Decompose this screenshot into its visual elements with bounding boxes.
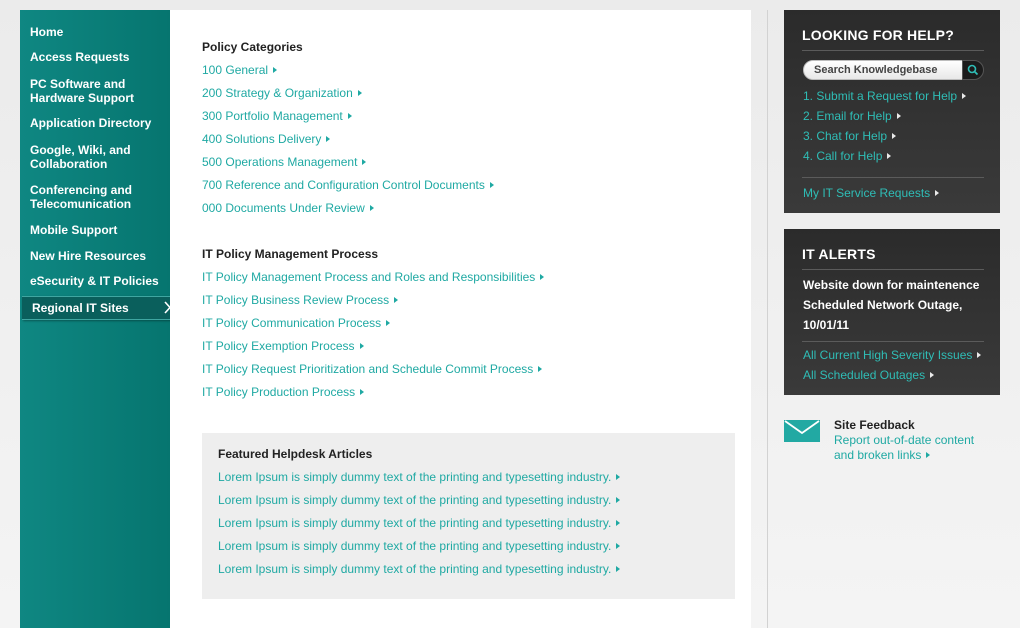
arrow-right-icon <box>538 366 543 372</box>
main-content: Policy Categories 100 General 200 Strate… <box>170 10 751 628</box>
arrow-right-icon <box>394 297 399 303</box>
alert-message: 10/01/11 <box>803 318 850 332</box>
arrow-right-icon <box>977 352 982 358</box>
divider <box>802 269 984 270</box>
policy-process-link[interactable]: IT Policy Business Review Process <box>202 293 399 307</box>
nav-item-application-directory[interactable]: Application Directory <box>20 116 170 130</box>
policy-category-link[interactable]: 000 Documents Under Review <box>202 201 374 215</box>
arrow-right-icon <box>935 190 940 196</box>
email-help-link[interactable]: 2. Email for Help <box>803 109 901 123</box>
left-navigation: Home Access Requests PC Software and Har… <box>20 10 178 628</box>
nav-label: Conferencing and Telecomunication <box>30 183 133 211</box>
site-feedback-title: Site Feedback <box>834 418 915 432</box>
nav-item-conferencing[interactable]: Conferencing and Telecomunication <box>20 183 170 211</box>
featured-article-link[interactable]: Lorem Ipsum is simply dummy text of the … <box>218 562 621 576</box>
divider <box>802 177 984 178</box>
site-feedback-link[interactable]: Report out-of-date content and broken li… <box>834 433 974 463</box>
featured-articles-panel: Featured Helpdesk Articles Lorem Ipsum i… <box>202 433 735 599</box>
policy-category-link[interactable]: 500 Operations Management <box>202 155 367 169</box>
arrow-right-icon <box>489 182 494 188</box>
search-placeholder: Search Knowledgebase <box>814 64 938 76</box>
nav-item-regional-it-sites[interactable]: Regional IT Sites <box>22 296 178 320</box>
nav-item-new-hire[interactable]: New Hire Resources <box>20 249 170 263</box>
it-alerts-panel: IT ALERTS Website down for maintenence S… <box>784 229 1000 395</box>
arrow-right-icon <box>360 389 365 395</box>
divider <box>802 341 984 342</box>
featured-article-link[interactable]: Lorem Ipsum is simply dummy text of the … <box>218 493 621 507</box>
call-help-link[interactable]: 4. Call for Help <box>803 149 892 163</box>
policy-process-link[interactable]: IT Policy Communication Process <box>202 316 391 330</box>
featured-articles-title: Featured Helpdesk Articles <box>218 447 373 461</box>
search-icon <box>967 64 979 76</box>
arrow-right-icon <box>616 474 621 480</box>
arrow-right-icon <box>369 205 374 211</box>
nav-label: Application Directory <box>30 116 152 130</box>
nav-label: New Hire Resources <box>30 249 147 263</box>
featured-article-link[interactable]: Lorem Ipsum is simply dummy text of the … <box>218 516 621 530</box>
policy-process-title: IT Policy Management Process <box>202 247 379 261</box>
featured-article-link[interactable]: Lorem Ipsum is simply dummy text of the … <box>218 539 621 553</box>
arrow-right-icon <box>616 566 621 572</box>
arrow-right-icon <box>616 520 621 526</box>
nav-item-esecurity[interactable]: eSecurity & IT Policies <box>20 274 170 288</box>
policy-process-link[interactable]: IT Policy Exemption Process <box>202 339 364 353</box>
it-alerts-title: IT ALERTS <box>802 246 876 262</box>
nav-label: Regional IT Sites <box>32 301 129 315</box>
nav-label: Access Requests <box>30 50 130 64</box>
my-service-requests-link[interactable]: My IT Service Requests <box>803 186 940 200</box>
chat-help-link[interactable]: 3. Chat for Help <box>803 129 897 143</box>
arrow-right-icon <box>386 320 391 326</box>
alert-message: Website down for maintenence <box>803 278 980 292</box>
arrow-right-icon <box>887 153 892 159</box>
knowledgebase-search-input[interactable]: Search Knowledgebase <box>803 60 963 80</box>
arrow-right-icon <box>362 159 367 165</box>
nav-item-access-requests[interactable]: Access Requests <box>20 50 170 64</box>
nav-item-google-wiki[interactable]: Google, Wiki, and Collaboration <box>20 143 170 171</box>
nav-label: PC Software and Hardware Support <box>30 77 135 105</box>
arrow-right-icon <box>540 274 545 280</box>
policy-category-link[interactable]: 700 Reference and Configuration Control … <box>202 178 494 192</box>
nav-label: Home <box>30 25 64 39</box>
arrow-right-icon <box>962 93 967 99</box>
policy-category-link[interactable]: 400 Solutions Delivery <box>202 132 331 146</box>
featured-article-link[interactable]: Lorem Ipsum is simply dummy text of the … <box>218 470 621 484</box>
arrow-right-icon <box>892 133 897 139</box>
help-panel: LOOKING FOR HELP? Search Knowledgebase 1… <box>784 10 1000 213</box>
arrow-right-icon <box>616 543 621 549</box>
nav-item-home[interactable]: Home <box>20 25 170 39</box>
scheduled-outages-link[interactable]: All Scheduled Outages <box>803 368 935 382</box>
arrow-right-icon <box>273 67 278 73</box>
arrow-right-icon <box>926 452 931 458</box>
nav-item-pc-software[interactable]: PC Software and Hardware Support <box>20 77 170 105</box>
help-title: LOOKING FOR HELP? <box>802 27 954 43</box>
policy-categories-title: Policy Categories <box>202 40 303 54</box>
policy-category-link[interactable]: 200 Strategy & Organization <box>202 86 362 100</box>
alert-message: Scheduled Network Outage, <box>803 298 963 312</box>
search-button[interactable] <box>962 60 984 80</box>
column-divider <box>767 10 768 628</box>
envelope-icon <box>784 420 820 442</box>
arrow-right-icon <box>930 372 935 378</box>
arrow-right-icon <box>359 343 364 349</box>
nav-label: eSecurity & IT Policies <box>30 274 159 288</box>
policy-process-link[interactable]: IT Policy Request Prioritization and Sch… <box>202 362 543 376</box>
divider <box>802 50 984 51</box>
arrow-right-icon <box>616 497 621 503</box>
arrow-right-icon <box>326 136 331 142</box>
policy-category-link[interactable]: 100 General <box>202 63 278 77</box>
feedback-line: Report out-of-date content <box>834 433 975 447</box>
arrow-right-icon <box>357 90 362 96</box>
policy-process-link[interactable]: IT Policy Management Process and Roles a… <box>202 270 545 284</box>
arrow-right-icon <box>347 113 352 119</box>
high-severity-issues-link[interactable]: All Current High Severity Issues <box>803 348 982 362</box>
nav-item-mobile-support[interactable]: Mobile Support <box>20 223 170 237</box>
nav-label: Google, Wiki, and Collaboration <box>30 143 131 171</box>
policy-process-link[interactable]: IT Policy Production Process <box>202 385 365 399</box>
feedback-line: and broken links <box>834 448 974 463</box>
nav-label: Mobile Support <box>30 223 118 237</box>
submit-request-link[interactable]: 1. Submit a Request for Help <box>803 89 967 103</box>
policy-category-link[interactable]: 300 Portfolio Management <box>202 109 352 123</box>
arrow-right-icon <box>896 113 901 119</box>
